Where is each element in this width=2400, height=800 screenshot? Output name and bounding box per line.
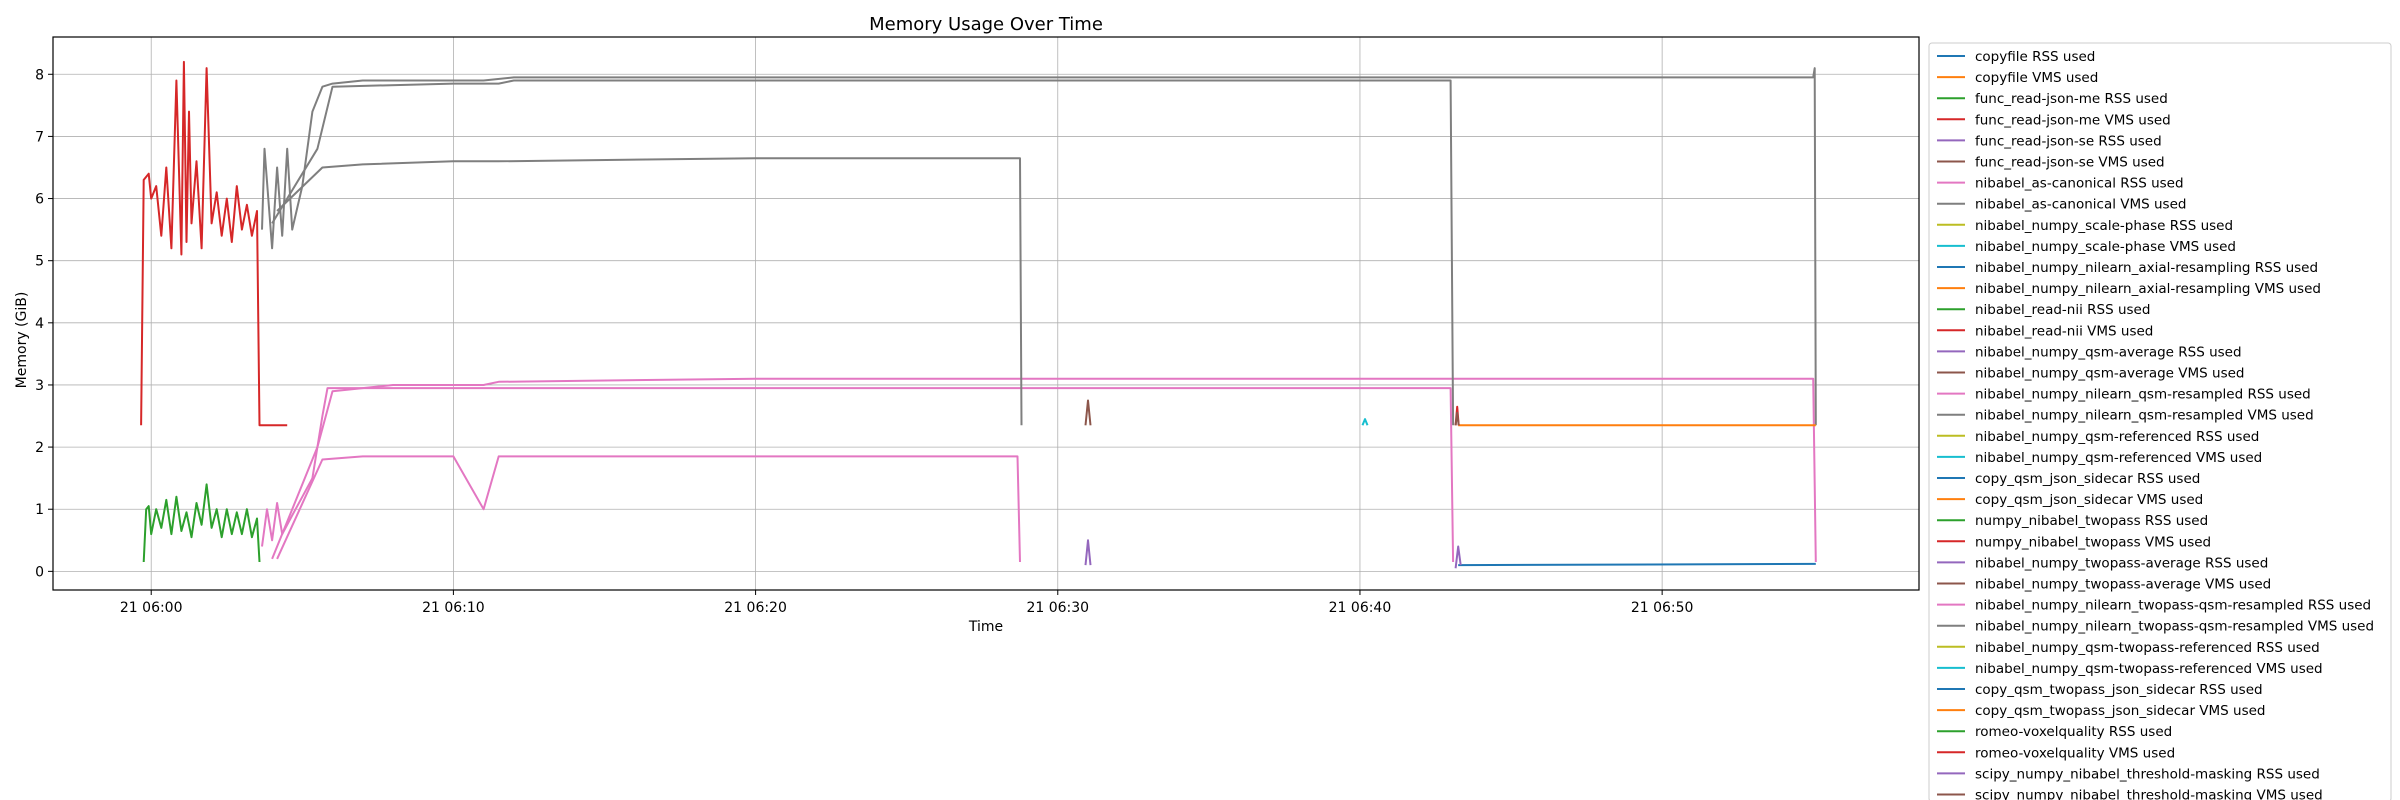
grid-lines — [53, 37, 1919, 590]
legend-entry: nibabel_numpy_nilearn_axial-resampling R… — [1975, 260, 2318, 276]
legend-entry: nibabel_numpy_qsm-average RSS used — [1975, 344, 2242, 360]
x-tick-label: 21 06:50 — [1631, 600, 1694, 616]
legend-entry: nibabel_numpy_scale-phase RSS used — [1975, 218, 2233, 234]
y-axis-label: Memory (GiB) — [14, 292, 30, 389]
x-tick-label: 21 06:20 — [724, 600, 787, 616]
legend-entry: func_read-json-me RSS used — [1975, 91, 2168, 107]
legend-entry: romeo-voxelquality RSS used — [1975, 724, 2172, 740]
legend-entry: copy_qsm_json_sidecar RSS used — [1975, 471, 2200, 487]
y-tick-label: 0 — [35, 564, 44, 580]
series-line — [1454, 411, 1460, 426]
legend-entry: nibabel_numpy_qsm-average VMS used — [1975, 366, 2245, 382]
legend-entry: copy_qsm_twopass_json_sidecar VMS used — [1975, 703, 2266, 719]
y-tick-label: 4 — [35, 316, 44, 332]
x-tick-label: 21 06:30 — [1026, 600, 1089, 616]
legend-entry: nibabel_numpy_qsm-twopass-referenced RSS… — [1975, 640, 2320, 656]
series-line — [1458, 562, 1816, 567]
series-line — [140, 60, 288, 427]
y-tick-label: 1 — [35, 502, 44, 518]
legend: copyfile RSS used copyfile VMS used func_r… — [1928, 42, 2392, 800]
chart-title: Memory Usage Over Time — [869, 14, 1103, 35]
legend-entry: nibabel_numpy_nilearn_axial-resampling V… — [1975, 281, 2321, 297]
legend-entry: copy_qsm_json_sidecar VMS used — [1975, 492, 2203, 508]
memory-usage-chart: Memory Usage Over Time Memory (GiB) Time… — [14, 14, 2392, 800]
legend-entry: copyfile RSS used — [1975, 49, 2095, 65]
legend-entry: nibabel_numpy_nilearn_twopass-qsm-resamp… — [1975, 598, 2371, 614]
x-tick-label: 21 06:40 — [1329, 600, 1392, 616]
legend-entry: romeo-voxelquality VMS used — [1975, 745, 2175, 761]
series-line — [1361, 418, 1369, 426]
axis-ticks: 0 1 2 3 4 5 6 7 8 21 06:00 21 06:10 21 06:20 21 06:3… — [35, 67, 1693, 616]
series-line — [261, 67, 1817, 426]
legend-entry: scipy_numpy_nibabel_threshold-masking VM… — [1975, 788, 2323, 800]
legend-entry: copy_qsm_twopass_json_sidecar RSS used — [1975, 682, 2263, 698]
legend-entry: nibabel_read-nii VMS used — [1975, 323, 2153, 339]
y-tick-label: 5 — [35, 254, 44, 270]
x-tick-label: 21 06:00 — [120, 600, 183, 616]
y-tick-label: 2 — [35, 440, 44, 456]
series-line — [271, 79, 1455, 426]
legend-entry: nibabel_numpy_qsm-referenced RSS used — [1975, 429, 2259, 445]
legend-entry: nibabel_numpy_twopass-average RSS used — [1975, 555, 2268, 571]
legend-entry: nibabel_numpy_qsm-twopass-referenced VMS… — [1975, 661, 2323, 677]
legend-entry: func_read-json-se RSS used — [1975, 133, 2162, 149]
legend-entry: nibabel_read-nii RSS used — [1975, 302, 2150, 318]
legend-entry: func_read-json-se VMS used — [1975, 155, 2165, 171]
legend-entry: nibabel_numpy_nilearn_qsm-resampled VMS … — [1975, 408, 2314, 424]
legend-entry: scipy_numpy_nibabel_threshold-masking RS… — [1975, 766, 2320, 782]
series-line — [142, 483, 261, 563]
legend-entry: nibabel_as-canonical VMS used — [1975, 197, 2186, 213]
x-tick-label: 21 06:10 — [422, 600, 485, 616]
series-line — [1084, 539, 1092, 566]
legend-entry: numpy_nibabel_twopass VMS used — [1975, 534, 2211, 550]
legend-entry: func_read-json-me VMS used — [1975, 112, 2171, 128]
plot-lines — [140, 60, 1817, 569]
legend-entry: nibabel_numpy_scale-phase VMS used — [1975, 239, 2236, 255]
x-axis-label: Time — [968, 619, 1003, 635]
y-tick-label: 7 — [35, 129, 44, 145]
legend-entry: nibabel_numpy_nilearn_qsm-resampled RSS … — [1975, 387, 2311, 403]
plot-frame — [52, 36, 1920, 591]
y-tick-label: 3 — [35, 378, 44, 394]
series-line — [1454, 545, 1462, 569]
legend-entry: nibabel_numpy_twopass-average VMS used — [1975, 577, 2271, 593]
legend-entry: nibabel_numpy_nilearn_twopass-qsm-resamp… — [1975, 619, 2374, 635]
series-line — [271, 387, 1455, 563]
y-tick-label: 6 — [35, 192, 44, 208]
legend-entry: nibabel_numpy_qsm-referenced VMS used — [1975, 450, 2262, 466]
y-tick-label: 8 — [35, 67, 44, 83]
series-line — [1084, 399, 1092, 426]
legend-entry: copyfile VMS used — [1975, 70, 2098, 86]
legend-entry: numpy_nibabel_twopass RSS used — [1975, 513, 2208, 529]
legend-entry: nibabel_as-canonical RSS used — [1975, 176, 2184, 192]
